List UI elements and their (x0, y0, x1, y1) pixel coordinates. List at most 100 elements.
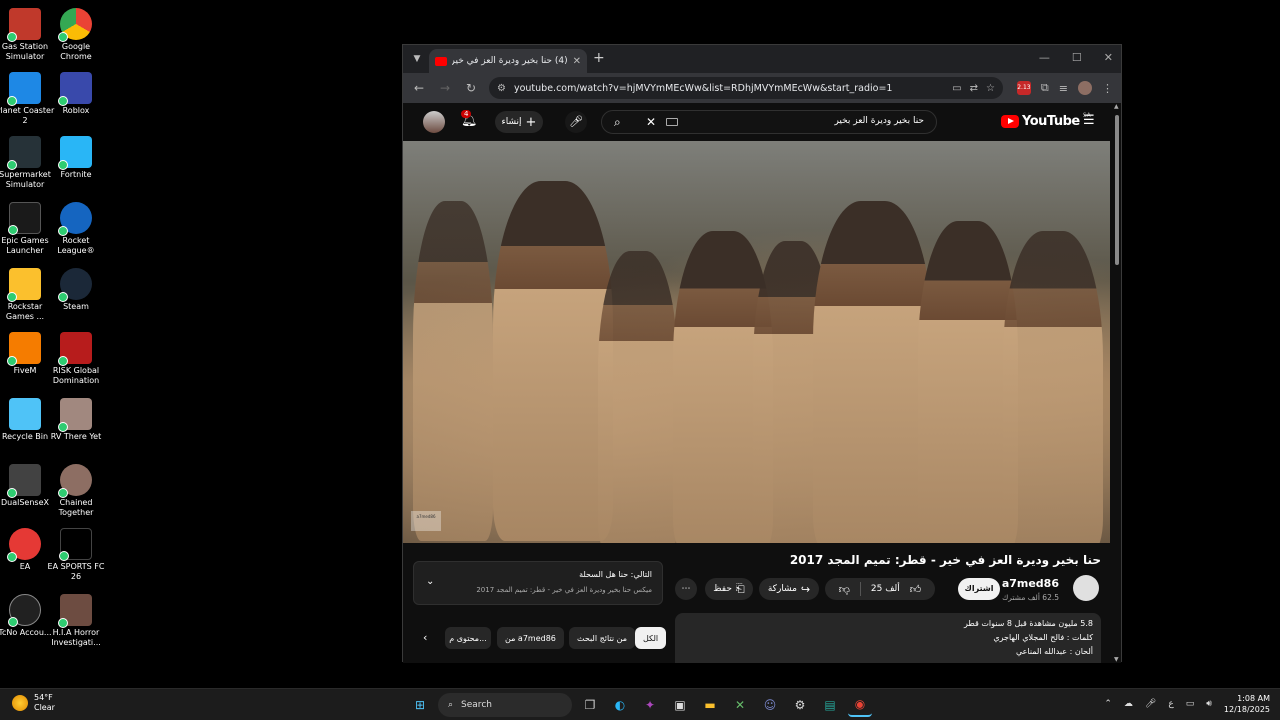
desktop-icon-chained-together[interactable]: Chained Together (45, 458, 107, 522)
scrollbar-thumb[interactable] (1115, 115, 1119, 265)
maximize-button[interactable]: ☐ (1072, 51, 1082, 64)
chip-scroll-left-icon[interactable]: ‹ (423, 631, 427, 644)
settings-gear-icon[interactable]: ⚙ (788, 693, 812, 717)
desktop-icon-risk[interactable]: RISK Global Domination (45, 326, 107, 390)
ea-sports-fc-icon (59, 528, 92, 561)
desktop-icon-google-chrome[interactable]: Google Chrome (45, 2, 107, 66)
reload-button[interactable]: ↻ (463, 81, 479, 95)
dualsensex-icon (7, 464, 41, 498)
minimize-button[interactable]: — (1039, 51, 1050, 64)
translate-icon[interactable]: ⇄ (970, 83, 978, 94)
start-button[interactable]: ⊞ (408, 693, 432, 717)
search-icon: ⌕ (448, 700, 454, 710)
cast-icon[interactable]: ▭ (952, 83, 961, 94)
save-button[interactable]: حفظ ⎗ (705, 578, 753, 600)
weather-temp: 54°F (34, 693, 53, 702)
extensions-puzzle-icon[interactable]: ⧉ (1041, 81, 1049, 95)
xbox-icon[interactable]: ✕ (728, 693, 752, 717)
roblox-icon (58, 72, 92, 106)
tcno-icon (8, 594, 41, 627)
like-button[interactable]: 👍︎ (910, 583, 922, 596)
back-button[interactable]: ← (411, 81, 427, 95)
task-view-icon[interactable]: ❐ (578, 693, 602, 717)
chrome-menu-icon[interactable]: ⋮ (1102, 82, 1113, 95)
profile-avatar[interactable] (1078, 81, 1092, 95)
create-button[interactable]: إنشاء + (495, 111, 543, 133)
edge-icon[interactable]: ◐ (608, 693, 632, 717)
desktop-icon-hia-horror[interactable]: H.I.A Horror Investigati... (45, 588, 107, 652)
tab-youtube[interactable]: (4) حنا بخير وديرة العز في خير ✕ (429, 49, 587, 73)
desktop-icon-roblox[interactable]: Roblox (45, 66, 107, 130)
address-bar[interactable]: ⚙ youtube.com/watch?v=hjMVYmMEcWw&list=R… (489, 77, 1003, 99)
volume-icon[interactable]: 🔊︎ (1206, 699, 1212, 709)
video-player[interactable]: a7med86 (403, 141, 1110, 543)
chip-from-channel[interactable]: من a7med86 (497, 627, 564, 649)
subscriber-count: 62.5 ألف مشترك (1002, 593, 1059, 602)
chip-all[interactable]: الكل (635, 627, 667, 649)
desktop-icon-ea-sports-fc[interactable]: EA SPORTS FC 26 (45, 522, 107, 586)
plus-icon: + (525, 114, 537, 130)
tab-title: (4) حنا بخير وديرة العز في خير (452, 56, 568, 66)
close-tab-icon[interactable]: ✕ (573, 56, 581, 67)
clear-search-icon[interactable]: ✕ (646, 115, 656, 129)
account-avatar[interactable] (423, 111, 445, 133)
dislike-button[interactable]: 👎︎ (839, 583, 850, 596)
youtube-header: 🔔︎ 4 إنشاء + 🎤︎ ⌕ ✕ حنا بخير وديرة العز … (403, 103, 1115, 141)
system-tray: ⌃ ☁ 🎤︎ ع ▭ 🔊︎ 1:08 AM 12/18/2025 (1104, 693, 1270, 715)
subscribe-button[interactable]: اشتراك (958, 578, 1000, 600)
clock[interactable]: 1:08 AM 12/18/2025 (1224, 693, 1270, 715)
app-icon[interactable]: ▤ (818, 693, 842, 717)
language-indicator[interactable]: ع (1168, 699, 1173, 709)
keyboard-icon[interactable] (666, 118, 678, 126)
site-info-icon[interactable]: ⚙ (497, 83, 506, 94)
desktop-icon-rocket-league[interactable]: Rocket League® (45, 196, 107, 260)
onedrive-icon[interactable]: ☁ (1124, 699, 1133, 709)
page-scrollbar[interactable]: ▲ ▼ (1113, 103, 1121, 663)
video-title: حنا بخير وديرة العز في خير - قطر: تميم ا… (789, 553, 1101, 567)
close-window-button[interactable]: ✕ (1104, 51, 1113, 64)
network-icon[interactable]: ▭ (1186, 699, 1195, 709)
extension-badge[interactable]: 2.13 (1016, 81, 1031, 95)
copilot-icon[interactable]: ✦ (638, 693, 662, 717)
hia-horror-icon (58, 594, 92, 628)
chip-from-search[interactable]: من نتائج البحث (569, 627, 636, 649)
search-input[interactable]: ⌕ ✕ حنا بخير وديرة العز بخير (601, 110, 937, 134)
weather-widget[interactable]: 54°F Clear (12, 693, 55, 713)
tray-overflow-icon[interactable]: ⌃ (1104, 699, 1112, 709)
gas-station-icon (7, 8, 41, 42)
new-tab-button[interactable]: + (593, 50, 605, 66)
tab-search-button[interactable]: ▼ (409, 51, 425, 67)
tab-bar: ▼ (4) حنا بخير وديرة العز في خير ✕ + — ☐… (403, 45, 1121, 73)
hamburger-menu-icon[interactable]: ☰ (1083, 113, 1095, 128)
more-actions-button[interactable]: ⋯ (675, 578, 697, 600)
desktop-icon-fortnite[interactable]: Fortnite (45, 130, 107, 194)
file-explorer-icon[interactable]: ▬ (698, 693, 722, 717)
channel-avatar[interactable] (1073, 575, 1099, 601)
voice-search-button[interactable]: 🎤︎ (565, 111, 587, 133)
desktop-icon-rv-there-yet[interactable]: RV There Yet (45, 392, 107, 456)
chained-together-icon (58, 464, 92, 498)
up-next-panel[interactable]: ⌄ التالي: حنا هل السحلة ميكس حنا بخير ود… (413, 561, 663, 605)
chip-related[interactable]: محتوى م... (445, 627, 491, 649)
youtube-logo[interactable]: YouTube SA (1001, 112, 1091, 129)
chevron-down-icon[interactable]: ⌄ (426, 576, 434, 587)
search-icon[interactable]: ⌕ (614, 115, 621, 130)
store-icon[interactable]: ▣ (668, 693, 692, 717)
bookmark-star-icon[interactable]: ☆ (986, 83, 995, 94)
chrome-taskbar-icon[interactable]: ◉ (848, 693, 872, 717)
video-description[interactable]: 5.8 مليون مشاهدة قبل 8 سنوات قطر كلمات :… (675, 613, 1101, 663)
forward-button[interactable]: → (437, 81, 453, 95)
fivem-icon (7, 332, 41, 366)
reading-list-icon[interactable]: ≡ (1059, 82, 1068, 95)
desktop-icon-steam[interactable]: Steam (45, 262, 107, 326)
discord-icon[interactable]: ☺ (758, 693, 782, 717)
channel-name[interactable]: a7med86 (1002, 577, 1059, 590)
video-watermark: a7med86 (411, 511, 441, 531)
like-count: 25 ألف (870, 584, 900, 594)
bookmark-icon: ⎗ (735, 582, 745, 595)
share-button[interactable]: مشاركة ↪ (759, 578, 819, 600)
microphone-icon[interactable]: 🎤︎ (1145, 699, 1156, 709)
taskbar-search[interactable]: ⌕ Search (438, 693, 572, 717)
chrome-icon (58, 8, 92, 42)
create-label: إنشاء (501, 117, 522, 127)
